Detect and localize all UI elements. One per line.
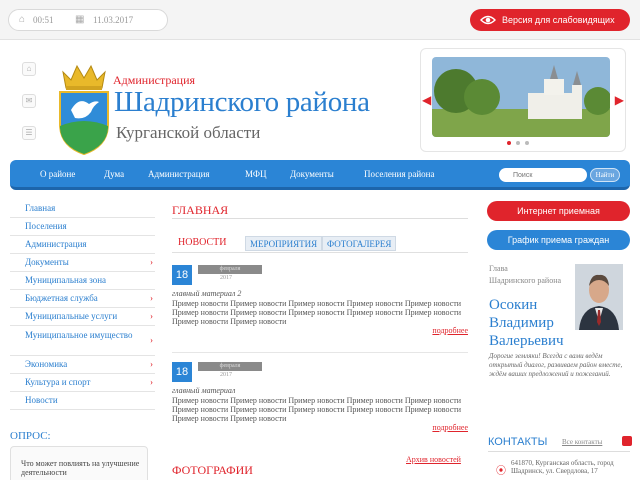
- news-month: февраля: [198, 362, 262, 371]
- news-day: 18: [172, 265, 192, 285]
- sidebar-item-budget-service[interactable]: Бюджетная служба ›: [10, 290, 155, 308]
- search-button[interactable]: Найти: [590, 168, 620, 182]
- chevron-right-icon: ›: [150, 293, 153, 303]
- eye-icon: [480, 15, 496, 25]
- all-contacts-link[interactable]: Все контакты: [562, 438, 602, 446]
- poll-box[interactable]: Что может повлиять на улучшение деятельн…: [10, 446, 148, 480]
- news-more-link[interactable]: подробнее: [432, 423, 468, 432]
- divider: [172, 352, 468, 353]
- accessible-version-button[interactable]: Версия для слабовидящих: [470, 9, 630, 31]
- news-year: 2017: [220, 275, 232, 281]
- photo-slider[interactable]: ◀ ▶: [420, 48, 626, 152]
- news-more-link[interactable]: подробнее: [432, 326, 468, 335]
- sidebar-item-economy[interactable]: Экономика ›: [10, 356, 155, 374]
- chevron-right-icon: ›: [150, 359, 153, 369]
- coat-of-arms-logo[interactable]: [55, 62, 113, 158]
- sidebar-item-municipal-zone[interactable]: Муниципальная зона: [10, 272, 155, 290]
- slider-dots[interactable]: [507, 141, 529, 145]
- head-role-region: Шадринского района: [489, 276, 562, 285]
- nav-item-about[interactable]: О районе: [40, 169, 75, 179]
- side-icons: ⌂ ✉ ☰: [22, 62, 36, 158]
- news-title[interactable]: главный материал: [172, 386, 235, 395]
- date-time-box: ⌂ 00:51 ▦ 11.03.2017: [8, 9, 168, 31]
- divider: [172, 252, 468, 253]
- tab-events[interactable]: МЕРОПРИЯТИЯ: [245, 236, 323, 251]
- contacts-address: 641870, Курганская область, город Шадрин…: [511, 459, 614, 475]
- sidebar-item-home[interactable]: Главная: [10, 200, 155, 218]
- news-text: Пример новости Пример новости Пример нов…: [172, 396, 462, 423]
- contacts-title: КОНТАКТЫ: [488, 436, 548, 448]
- contacts-expand-icon[interactable]: [622, 436, 632, 446]
- slider-prev-arrow-icon[interactable]: ◀: [422, 93, 431, 108]
- church-photo: [432, 57, 610, 137]
- photos-section-title: ФОТОГРАФИИ: [172, 463, 253, 477]
- head-portrait-photo: [575, 264, 623, 330]
- chevron-right-icon: ›: [150, 377, 153, 387]
- divider: [488, 451, 630, 452]
- head-name[interactable]: Осокин Владимир Валерьевич: [489, 296, 579, 350]
- nav-item-settlements[interactable]: Поселения района: [364, 169, 434, 179]
- search-input[interactable]: [499, 168, 587, 182]
- chevron-right-icon: ›: [150, 257, 153, 267]
- mail-icon[interactable]: ✉: [22, 94, 36, 108]
- head-greeting-text: Дорогие земляки! Всегда с вами ведём отк…: [489, 352, 623, 378]
- region-title[interactable]: Шадринского района: [114, 86, 370, 119]
- news-text: Пример новости Пример новости Пример нов…: [172, 299, 462, 326]
- tab-news[interactable]: НОВОСТИ: [174, 236, 230, 251]
- date-text: 11.03.2017: [93, 15, 134, 25]
- time-text: 00:51: [33, 15, 54, 25]
- chevron-right-icon: ›: [150, 311, 153, 321]
- accessible-version-label: Версия для слабовидящих: [502, 15, 615, 25]
- sidebar-item-settlements[interactable]: Поселения: [10, 218, 155, 236]
- sidebar-item-culture-sport[interactable]: Культура и спорт ›: [10, 374, 155, 392]
- internet-reception-button[interactable]: Интернет приемная: [487, 201, 630, 221]
- reception-schedule-button[interactable]: График приема граждан: [487, 230, 630, 250]
- poll-question: Что может повлиять на улучшение деятельн…: [21, 459, 140, 477]
- poll-title: ОПРОС:: [10, 430, 51, 442]
- chevron-right-icon: ›: [150, 335, 153, 345]
- clock-icon: ⌂: [19, 14, 26, 25]
- news-month: февраля: [198, 265, 262, 274]
- sidebar-item-administration[interactable]: Администрация: [10, 236, 155, 254]
- head-role: Глава: [489, 264, 508, 273]
- calendar-icon: ▦: [75, 14, 85, 25]
- news-title[interactable]: главный материал 2: [172, 289, 241, 298]
- news-day: 18: [172, 362, 192, 382]
- divider: [172, 218, 468, 219]
- top-bar: ⌂ 00:51 ▦ 11.03.2017 Версия для слабовид…: [0, 0, 640, 40]
- sidebar-item-news[interactable]: Новости: [10, 392, 155, 410]
- news-year: 2017: [220, 372, 232, 378]
- nav-item-duma[interactable]: Дума: [104, 169, 124, 179]
- sidebar-menu: Главная Поселения Администрация Документ…: [10, 200, 155, 410]
- news-archive-link[interactable]: Архив новостей: [406, 455, 461, 464]
- oblast-title: Курганской области: [116, 123, 261, 142]
- slider-next-arrow-icon[interactable]: ▶: [615, 93, 624, 108]
- nav-item-administration[interactable]: Администрация: [148, 169, 210, 179]
- home-icon[interactable]: ⌂: [22, 62, 36, 76]
- tab-photogallery[interactable]: ФОТОГАЛЕРЕЯ: [322, 236, 397, 251]
- sidebar-item-municipal-services[interactable]: Муниципальные услуги ›: [10, 308, 155, 326]
- page-title: ГЛАВНАЯ: [172, 203, 229, 217]
- location-pin-icon: ⦿: [496, 466, 506, 477]
- sitemap-icon[interactable]: ☰: [22, 126, 36, 140]
- nav-item-mfc[interactable]: МФЦ: [245, 169, 267, 179]
- sidebar-item-municipal-property[interactable]: Муниципальное имущество ›: [10, 326, 155, 356]
- sidebar-item-documents[interactable]: Документы ›: [10, 254, 155, 272]
- nav-item-documents[interactable]: Документы: [290, 169, 334, 179]
- news-item[interactable]: 18 февраля 2017 главный материал Пример …: [172, 362, 468, 442]
- main-nav: О районе Дума Администрация МФЦ Документ…: [10, 160, 630, 190]
- news-item[interactable]: 18 февраля 2017 главный материал 2 Приме…: [172, 265, 468, 345]
